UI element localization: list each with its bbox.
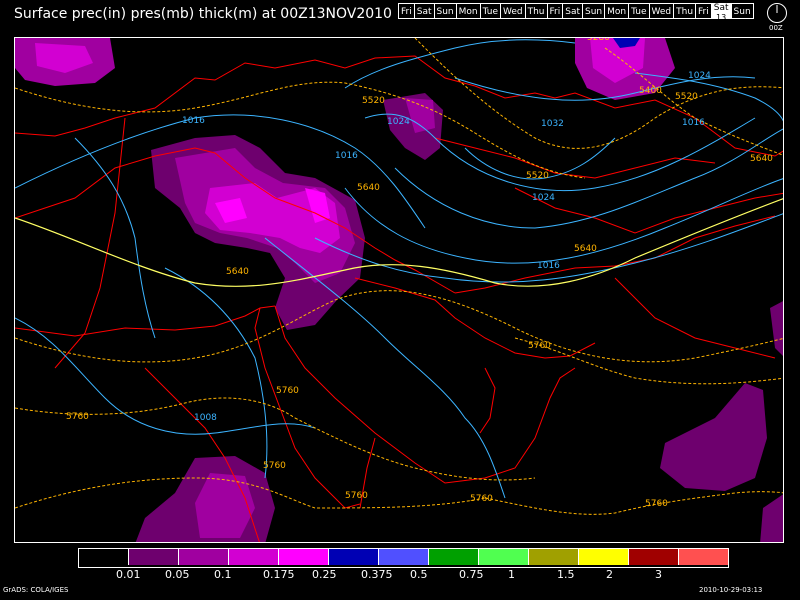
map-title: Surface prec(in) pres(mb) thick(m) at 00…: [14, 6, 392, 22]
thickness-label: 5760: [645, 499, 668, 509]
colorbar-swatch: [129, 549, 179, 565]
colorbar-swatch: [229, 549, 279, 565]
pressure-label: 1016: [182, 116, 205, 126]
colorbar-swatch: [79, 549, 129, 565]
thickness-label: 5640: [750, 154, 773, 164]
day-label: Tue: [631, 7, 647, 17]
day-button-16[interactable]: Sun: [730, 3, 754, 19]
colorbar-label: 0.175: [263, 568, 295, 581]
credit-text: GrADS: COLA/IGES: [3, 586, 69, 594]
precip-colorbar: [78, 548, 729, 568]
thickness-label: 5760: [66, 412, 89, 422]
day-label: Mon: [458, 7, 478, 17]
day-label: Thu: [527, 7, 545, 17]
day-button-8[interactable]: Sat: [562, 3, 584, 19]
day-label: Fri: [698, 7, 709, 17]
colorbar-label: 0.375: [361, 568, 393, 581]
thickness-label: 5760: [528, 341, 551, 351]
thickness-label: 5760: [263, 461, 286, 471]
thickness-label: 5280: [587, 38, 610, 43]
pressure-label: 1024: [387, 117, 410, 127]
day-label: Wed: [502, 7, 523, 17]
colorbar-swatch: [629, 549, 679, 565]
pressure-label: 1016: [335, 151, 358, 161]
colorbar-label: 1: [508, 568, 515, 581]
clock-label: 00Z: [769, 24, 783, 32]
thickness-label: 5520: [675, 92, 698, 102]
day-button-9[interactable]: Sun: [582, 3, 606, 19]
pressure-label: 1016: [682, 118, 705, 128]
colorbar-label: 1.5: [557, 568, 575, 581]
pressure-label: 1024: [532, 193, 555, 203]
colorbar-label: 0.1: [214, 568, 232, 581]
thickness-label: 5520: [362, 96, 385, 106]
precip-area: [660, 383, 767, 491]
colorbar-swatch: [379, 549, 429, 565]
thickness-label: 5760: [470, 494, 493, 504]
day-button-10[interactable]: Mon: [604, 3, 630, 19]
day-button-4[interactable]: Tue: [479, 3, 501, 19]
thickness-label: 5760: [345, 491, 368, 501]
day-label: Fri: [549, 7, 561, 17]
thickness-label: 5640: [226, 267, 249, 277]
colorbar-swatch: [279, 549, 329, 565]
colorbar-label: 0.75: [459, 568, 484, 581]
weather-map: 1016 1024 1016 1032 1024 1024 1016 1016 …: [15, 38, 783, 542]
day-button-14[interactable]: Fri: [695, 3, 712, 19]
thickness-label: 5400: [639, 86, 662, 96]
day-label: Sun: [436, 7, 454, 17]
day-label: Sun: [585, 7, 603, 17]
day-button-3[interactable]: Mon: [455, 3, 481, 19]
thickness-label: 5520: [526, 171, 549, 181]
day-button-13[interactable]: Thu: [673, 3, 697, 19]
day-label: Sat: [713, 3, 729, 13]
colorbar-swatch: [179, 549, 229, 565]
day-label: Wed: [651, 7, 672, 17]
precip-area: [760, 494, 783, 542]
day-button-12[interactable]: Wed: [648, 3, 675, 19]
colorbar-swatch: [479, 549, 529, 565]
colorbar-swatch: [429, 549, 479, 565]
day-label: Sun: [733, 7, 751, 17]
colorbar-label: 0.05: [165, 568, 190, 581]
thickness-label: 5760: [276, 386, 299, 396]
day-label: Mon: [607, 7, 627, 17]
day-button-1[interactable]: Sat: [413, 3, 435, 19]
colorbar-label: 0.01: [116, 568, 141, 581]
day-number: 13: [716, 13, 727, 22]
day-label: Tue: [482, 7, 498, 17]
colorbar-label: 0.25: [312, 568, 337, 581]
map-panel: 1016 1024 1016 1032 1024 1024 1016 1016 …: [14, 37, 784, 543]
day-button-7[interactable]: Fri: [546, 3, 564, 19]
colorbar-label: 3: [655, 568, 662, 581]
day-button-6[interactable]: Thu: [524, 3, 548, 19]
thickness-5640-line: [15, 198, 783, 287]
day-label: Sat: [416, 7, 432, 17]
colorbar-swatch: [529, 549, 579, 565]
pressure-label: 1016: [537, 261, 560, 271]
clock-icon: [767, 3, 787, 23]
day-button-5[interactable]: Wed: [499, 3, 526, 19]
day-button-0[interactable]: Fri: [398, 3, 415, 19]
colorbar-label: 0.5: [410, 568, 428, 581]
time-selector[interactable]: Fri Sat Sun Mon Tue Wed Thu Fri Sat Sun Mon Tue Wed T…: [398, 3, 754, 22]
precip-area: [770, 301, 783, 356]
thickness-label: 5640: [357, 183, 380, 193]
colorbar-swatch: [329, 549, 379, 565]
day-label: Thu: [676, 7, 694, 17]
colorbar-swatch: [579, 549, 629, 565]
colorbar-swatch: [679, 549, 728, 565]
day-label: Sat: [565, 7, 581, 17]
day-button-11[interactable]: Tue: [628, 3, 650, 19]
day-button-2[interactable]: Sun: [433, 3, 457, 19]
thickness-label: 5640: [574, 244, 597, 254]
pressure-label: 1032: [541, 119, 564, 129]
pressure-label: 1024: [688, 71, 711, 81]
timestamp-text: 2010-10-29-03:13: [699, 586, 763, 594]
pressure-label: 1008: [194, 413, 217, 423]
day-button-15[interactable]: Sat 13: [710, 3, 732, 22]
colorbar-label: 2: [606, 568, 613, 581]
day-label: Fri: [401, 7, 412, 17]
